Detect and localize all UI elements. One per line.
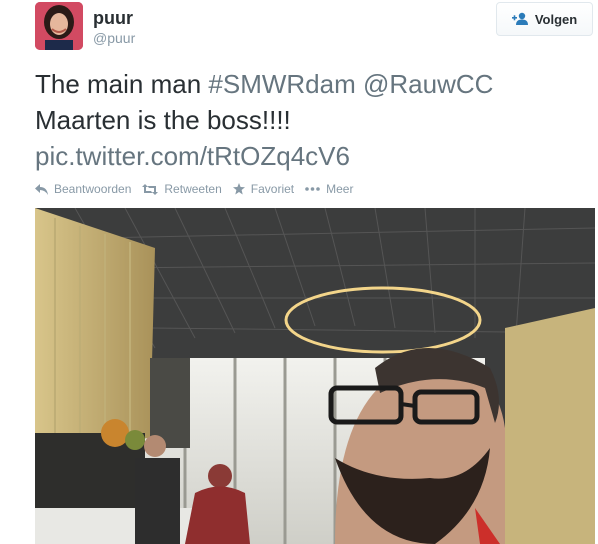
- reply-label: Beantwoorden: [54, 182, 132, 196]
- tweet-photo-image: [35, 208, 595, 544]
- avatar-image: [35, 2, 83, 50]
- retweet-icon: [142, 183, 159, 195]
- follow-user-icon: [511, 12, 528, 25]
- favorite-label: Favoriet: [250, 182, 295, 196]
- retweet-action[interactable]: Retweeten: [142, 182, 222, 196]
- avatar[interactable]: [35, 2, 83, 50]
- more-label: Meer: [326, 182, 354, 196]
- tweet-photo[interactable]: [35, 208, 595, 544]
- follow-button[interactable]: Volgen: [496, 2, 593, 36]
- tweet-text: The main man #SMWRdam @RauwCC Maarten is…: [35, 66, 590, 174]
- retweet-label: Retweeten: [164, 182, 222, 196]
- more-action[interactable]: Meer: [305, 182, 353, 196]
- reply-action[interactable]: Beantwoorden: [35, 182, 131, 196]
- hashtag-link[interactable]: #SMWRdam: [208, 69, 355, 99]
- tweet-text-line-2: Maarten is the boss!!!!: [35, 105, 291, 135]
- mention-link[interactable]: @RauwCC: [363, 69, 493, 99]
- tweet-text-space: [356, 69, 363, 99]
- star-icon: [232, 183, 245, 195]
- display-name[interactable]: puur: [93, 8, 133, 29]
- follow-button-label: Volgen: [534, 11, 578, 27]
- tweet-text-part: The main man: [35, 69, 209, 99]
- reply-icon: [35, 183, 48, 195]
- screen-name[interactable]: @puur: [93, 30, 135, 46]
- tweet-actions: Beantwoorden Retweeten Favoriet Meer: [35, 182, 364, 196]
- more-dots-icon: [305, 187, 320, 191]
- favorite-action[interactable]: Favoriet: [232, 182, 295, 196]
- photo-link[interactable]: pic.twitter.com/tRtOZq4cV6: [35, 141, 350, 171]
